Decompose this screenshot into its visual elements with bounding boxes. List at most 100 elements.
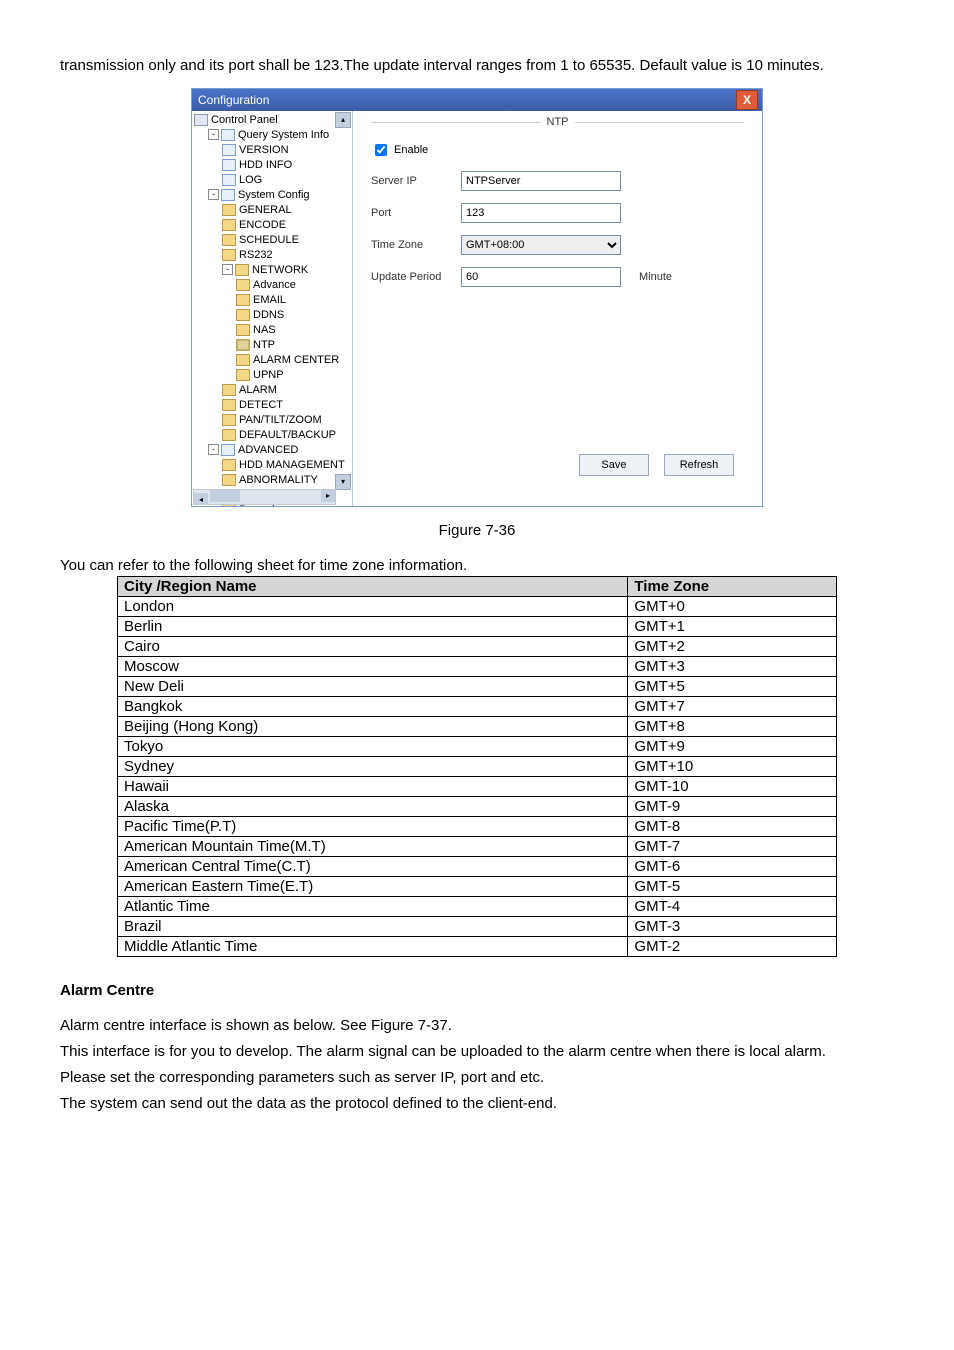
table-row: CairoGMT+2 (118, 636, 837, 656)
city-cell: New Deli (118, 676, 628, 696)
timezone-cell: GMT+9 (628, 736, 837, 756)
city-cell: Atlantic Time (118, 896, 628, 916)
table-row: SydneyGMT+10 (118, 756, 837, 776)
timezone-cell: GMT+5 (628, 676, 837, 696)
timezone-cell: GMT+2 (628, 636, 837, 656)
tree-network[interactable]: -NETWORK (194, 263, 350, 278)
timezone-cell: GMT+3 (628, 656, 837, 676)
table-row: American Central Time(C.T)GMT-6 (118, 856, 837, 876)
scroll-down-icon[interactable]: ▾ (335, 474, 351, 490)
timezone-table: City /Region Name Time Zone LondonGMT+0B… (117, 576, 837, 957)
tree-nas[interactable]: NAS (194, 323, 350, 338)
enable-checkbox[interactable] (375, 144, 387, 156)
timezone-cell: GMT+0 (628, 596, 837, 616)
tree-root[interactable]: Control Panel (194, 113, 350, 128)
table-row: Atlantic TimeGMT-4 (118, 896, 837, 916)
tree-abnormality[interactable]: ABNORMALITY (194, 473, 350, 488)
timezone-cell: GMT-3 (628, 916, 837, 936)
serverip-input[interactable] (461, 171, 621, 191)
port-input[interactable] (461, 203, 621, 223)
city-cell: Tokyo (118, 736, 628, 756)
tree-ntp[interactable]: NTP (194, 338, 350, 353)
window-title: Configuration (196, 93, 736, 107)
serverip-label: Server IP (371, 175, 461, 187)
th-city: City /Region Name (118, 576, 628, 596)
tree-pane: ▴ Control Panel -Query System Info VERSI… (192, 111, 353, 506)
minute-label: Minute (639, 271, 672, 283)
table-row: BangkokGMT+7 (118, 696, 837, 716)
timezone-cell: GMT-2 (628, 936, 837, 956)
city-cell: American Eastern Time(E.T) (118, 876, 628, 896)
timezone-cell: GMT-8 (628, 816, 837, 836)
port-label: Port (371, 207, 461, 219)
timezone-cell: GMT-7 (628, 836, 837, 856)
table-row: Pacific Time(P.T)GMT-8 (118, 816, 837, 836)
city-cell: Bangkok (118, 696, 628, 716)
table-row: Middle Atlantic TimeGMT-2 (118, 936, 837, 956)
timezone-cell: GMT-5 (628, 876, 837, 896)
city-cell: London (118, 596, 628, 616)
alarm-centre-p4: The system can send out the data as the … (60, 1092, 894, 1116)
tree-rs232[interactable]: RS232 (194, 248, 350, 263)
table-row: American Mountain Time(M.T)GMT-7 (118, 836, 837, 856)
scroll-up-icon[interactable]: ▴ (335, 112, 351, 128)
city-cell: Brazil (118, 916, 628, 936)
form-pane: NTP Enable Server IP Port Time Zone GMT+… (353, 111, 762, 506)
city-cell: Berlin (118, 616, 628, 636)
city-cell: Pacific Time(P.T) (118, 816, 628, 836)
tree-hddinfo[interactable]: HDD INFO (194, 158, 350, 173)
table-row: Beijing (Hong Kong)GMT+8 (118, 716, 837, 736)
table-row: BerlinGMT+1 (118, 616, 837, 636)
fieldset-label: NTP (541, 116, 575, 128)
timezone-cell: GMT-4 (628, 896, 837, 916)
tree-default-backup[interactable]: DEFAULT/BACKUP (194, 428, 350, 443)
city-cell: Alaska (118, 796, 628, 816)
tree-log[interactable]: LOG (194, 173, 350, 188)
save-button[interactable]: Save (579, 454, 649, 476)
tree-system-config[interactable]: -System Config (194, 188, 350, 203)
city-cell: American Mountain Time(M.T) (118, 836, 628, 856)
tree-alarm[interactable]: ALARM (194, 383, 350, 398)
table-row: TokyoGMT+9 (118, 736, 837, 756)
timezone-select[interactable]: GMT+08:00 (461, 235, 621, 255)
city-cell: Middle Atlantic Time (118, 936, 628, 956)
city-cell: Moscow (118, 656, 628, 676)
timezone-cell: GMT+7 (628, 696, 837, 716)
close-icon[interactable]: X (736, 90, 758, 110)
tree-version[interactable]: VERSION (194, 143, 350, 158)
tree-ptz[interactable]: PAN/TILT/ZOOM (194, 413, 350, 428)
sheet-intro: You can refer to the following sheet for… (60, 557, 894, 574)
scroll-left-icon[interactable]: ◂ (194, 493, 208, 505)
alarm-centre-p2: This interface is for you to develop. Th… (60, 1040, 894, 1064)
timezone-cell: GMT-9 (628, 796, 837, 816)
tree-schedule[interactable]: SCHEDULE (194, 233, 350, 248)
scroll-right-icon[interactable]: ▸ (321, 490, 335, 502)
tree-ddns[interactable]: DDNS (194, 308, 350, 323)
tree-advanced[interactable]: -ADVANCED (194, 443, 350, 458)
city-cell: Sydney (118, 756, 628, 776)
city-cell: Cairo (118, 636, 628, 656)
timezone-cell: GMT-6 (628, 856, 837, 876)
tree-query-system-info[interactable]: -Query System Info (194, 128, 350, 143)
tree-detect[interactable]: DETECT (194, 398, 350, 413)
refresh-button[interactable]: Refresh (664, 454, 734, 476)
tree-encode[interactable]: ENCODE (194, 218, 350, 233)
updateperiod-input[interactable] (461, 267, 621, 287)
tree-advance[interactable]: Advance (194, 278, 350, 293)
intro-text: transmission only and its port shall be … (60, 55, 894, 78)
tree-hdd-management[interactable]: HDD MANAGEMENT (194, 458, 350, 473)
tree-alarm-center[interactable]: ALARM CENTER (194, 353, 350, 368)
configuration-window: Configuration X ▴ Control Panel -Query S… (191, 88, 763, 507)
horizontal-scrollbar[interactable]: ◂ ▸ (193, 489, 336, 505)
table-row: American Eastern Time(E.T)GMT-5 (118, 876, 837, 896)
alarm-centre-p3: Please set the corresponding parameters … (60, 1066, 894, 1090)
tree-email[interactable]: EMAIL (194, 293, 350, 308)
timezone-cell: GMT+1 (628, 616, 837, 636)
table-row: New DeliGMT+5 (118, 676, 837, 696)
timezone-cell: GMT+10 (628, 756, 837, 776)
updateperiod-label: Update Period (371, 271, 461, 283)
tree-general[interactable]: GENERAL (194, 203, 350, 218)
table-row: AlaskaGMT-9 (118, 796, 837, 816)
timezone-cell: GMT-10 (628, 776, 837, 796)
tree-upnp[interactable]: UPNP (194, 368, 350, 383)
